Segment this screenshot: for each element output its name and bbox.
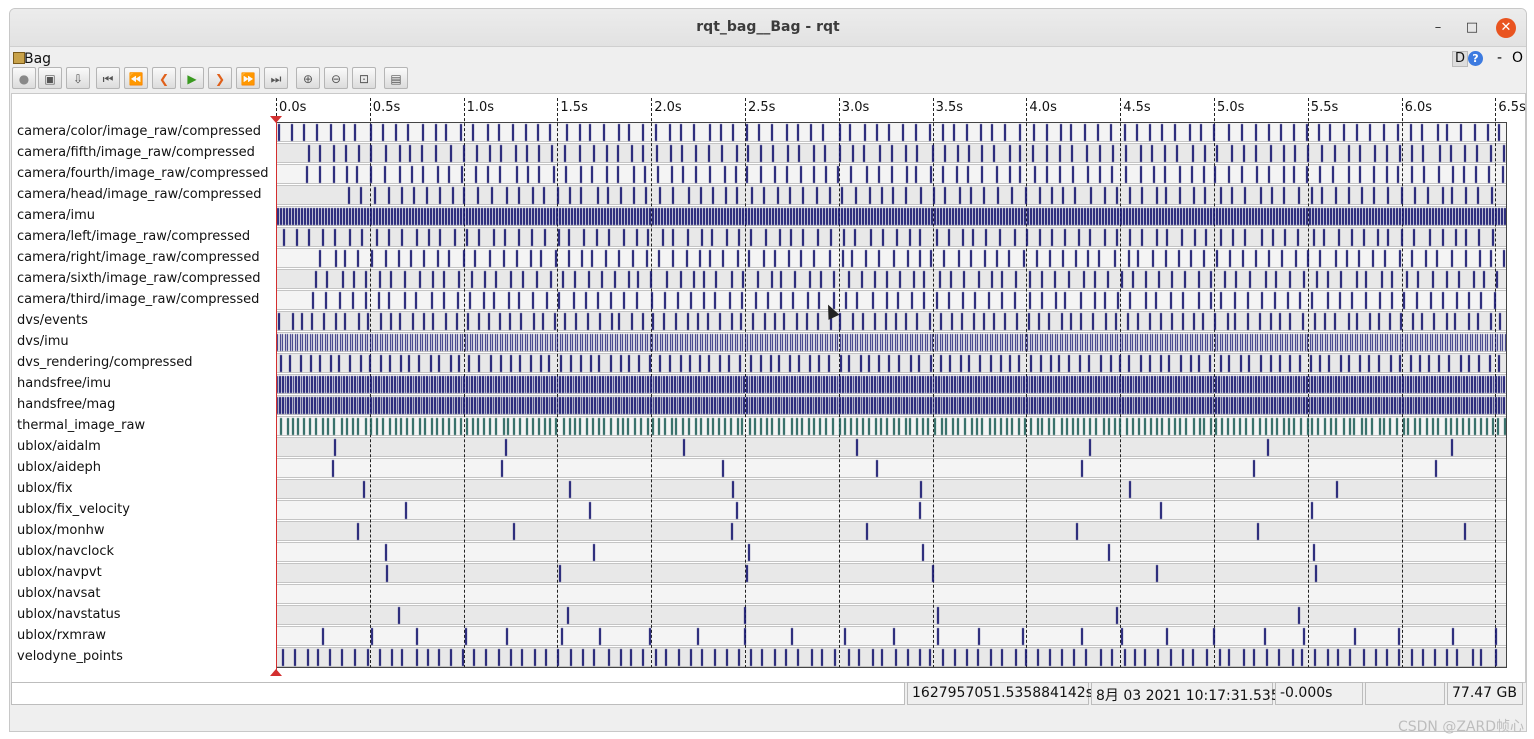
time-tick-label: 1.0s (466, 100, 495, 115)
topic-label[interactable]: camera/fourth/image_raw/compressed (17, 166, 268, 181)
topic-label[interactable]: ublox/fix_velocity (17, 502, 130, 517)
watermark: CSDN @ZARD帧心 (1397, 719, 1524, 735)
message-marks (276, 122, 1507, 668)
topic-label[interactable]: ublox/navsat (17, 586, 100, 601)
topic-label[interactable]: camera/left/image_raw/compressed (17, 229, 250, 244)
time-tick-label: 2.5s (748, 100, 776, 115)
zoom-reset-button[interactable]: ⊡ (352, 67, 376, 89)
topic-label[interactable]: ublox/navpvt (17, 565, 102, 580)
topic-label[interactable]: dvs_rendering/compressed (17, 355, 192, 370)
close-button[interactable]: ✕ (1496, 18, 1516, 38)
blank-field (1365, 682, 1445, 705)
time-tick-label: 0.5s (372, 100, 401, 115)
topic-label[interactable]: ublox/aidalm (17, 439, 101, 454)
time-tick-label: 3.0s (841, 100, 870, 115)
step-back-button[interactable]: ❮ (152, 67, 176, 89)
plugin-header: Bag D ? - O (10, 49, 1526, 69)
elapsed-field: -0.000s (1275, 682, 1363, 705)
rewind-button[interactable]: ⏪ (124, 67, 148, 89)
zoom-out-button[interactable]: ⊖ (324, 67, 348, 89)
bag-toolbar: ● ▣ ⇩ ⏮ ⏪ ❮ ▶ ❯ ⏩ ⏭ ⊕ ⊖ ⊡ ▤ (12, 67, 1524, 91)
time-tick-label: 4.0s (1029, 100, 1057, 115)
topic-label[interactable]: camera/right/image_raw/compressed (17, 250, 260, 265)
topic-label[interactable]: dvs/imu (17, 334, 69, 349)
time-tick-label: 4.5s (1123, 100, 1151, 115)
topic-label[interactable]: dvs/events (17, 313, 88, 328)
topic-label[interactable]: camera/head/image_raw/compressed (17, 187, 262, 202)
minimize-plugin-button[interactable]: - (1497, 50, 1502, 66)
topic-label[interactable]: camera/third/image_raw/compressed (17, 292, 259, 307)
topic-label[interactable]: camera/imu (17, 208, 95, 223)
rqt-window: rqt_bag__Bag - rqt – □ ✕ Bag D ? - O ● ▣ ⇩… (9, 8, 1527, 732)
go-end-button[interactable]: ⏭ (264, 67, 288, 89)
time-tick-label: 1.5s (560, 100, 588, 115)
step-forward-button[interactable]: ❯ (208, 67, 232, 89)
window-title: rqt_bag__Bag - rqt (696, 19, 840, 35)
thumbnails-button[interactable]: ▤ (384, 67, 408, 89)
save-button[interactable]: ⇩ (66, 67, 90, 89)
topic-label[interactable]: ublox/aideph (17, 460, 101, 475)
topic-label[interactable]: thermal_image_raw (17, 418, 145, 433)
time-tick-label: 5.0s (1217, 100, 1245, 115)
topic-label[interactable]: camera/sixth/image_raw/compressed (17, 271, 260, 286)
bag-timeline[interactable]: camera/color/image_raw/compressed camera/… (11, 93, 1526, 683)
status-bar: 1627957051.535884142s 8月 03 2021 10:17:3… (11, 681, 1524, 707)
time-tick-label: 0.0s (279, 100, 307, 115)
fast-forward-button[interactable]: ⏩ (236, 67, 260, 89)
topic-label[interactable]: velodyne_points (17, 649, 123, 664)
topic-label[interactable]: handsfree/imu (17, 376, 111, 391)
go-start-button[interactable]: ⏮ (96, 67, 120, 89)
topic-label[interactable]: ublox/fix (17, 481, 73, 496)
playhead-bottom-marker-icon[interactable] (270, 669, 282, 676)
playhead-top-marker-icon[interactable] (270, 116, 282, 123)
topic-label[interactable]: camera/fifth/image_raw/compressed (17, 145, 255, 160)
topic-label[interactable]: ublox/navstatus (17, 607, 121, 622)
status-input[interactable] (11, 682, 905, 705)
topic-label[interactable]: ublox/monhw (17, 523, 104, 538)
play-button[interactable]: ▶ (180, 67, 204, 89)
options-button[interactable]: O (1512, 50, 1523, 66)
time-tick-label: 5.5s (1310, 100, 1339, 115)
zoom-in-button[interactable]: ⊕ (296, 67, 320, 89)
topic-label[interactable]: camera/color/image_raw/compressed (17, 124, 261, 139)
title-bar: rqt_bag__Bag - rqt – □ ✕ (10, 9, 1526, 47)
topic-label[interactable]: handsfree/mag (17, 397, 115, 412)
time-tick-label: 2.0s (654, 100, 682, 115)
size-field: 77.47 GB (1447, 682, 1523, 705)
open-button[interactable]: ▣ (38, 67, 62, 89)
maximize-button[interactable]: □ (1462, 18, 1482, 38)
topic-label[interactable]: ublox/rxmraw (17, 628, 106, 643)
help-icon[interactable]: ? (1468, 51, 1483, 66)
datetime-field: 8月 03 2021 10:17:31.535 (1091, 682, 1280, 705)
time-tick-label: 3.5s (935, 100, 964, 115)
dock-button[interactable]: D (1452, 51, 1469, 67)
record-button[interactable]: ● (12, 67, 36, 89)
time-tick-label: 6.0s (1404, 100, 1433, 115)
topic-label[interactable]: ublox/navclock (17, 544, 114, 559)
playhead[interactable] (276, 118, 277, 676)
minimize-button[interactable]: – (1428, 18, 1448, 38)
plugin-title: Bag (24, 51, 52, 67)
time-tick-label: 6.5s (1498, 100, 1526, 115)
timestamp-field: 1627957051.535884142s (907, 682, 1093, 705)
